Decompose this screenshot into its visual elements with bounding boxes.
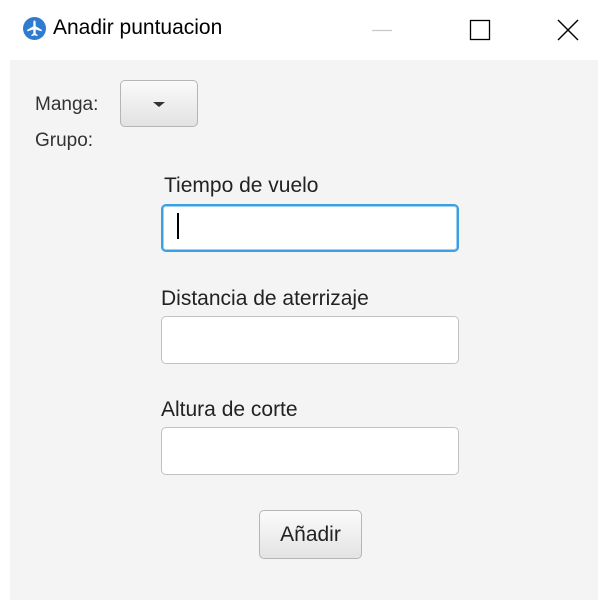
grupo-label: Grupo: bbox=[35, 130, 94, 151]
close-icon bbox=[557, 19, 579, 41]
maximize-icon bbox=[469, 19, 491, 41]
distancia-de-aterrizaje-label: Distancia de aterrizaje bbox=[161, 287, 369, 310]
dialog-content: Manga: Grupo: Tiempo de vuelo Distancia … bbox=[10, 60, 598, 600]
window-title: Anadir puntuacion bbox=[53, 16, 223, 39]
chevron-down-icon bbox=[153, 101, 165, 107]
manga-label: Manga: bbox=[35, 94, 99, 115]
tiempo-de-vuelo-label: Tiempo de vuelo bbox=[164, 174, 319, 197]
airplane-icon bbox=[23, 17, 46, 40]
minimize-icon bbox=[372, 29, 392, 32]
close-button[interactable] bbox=[538, 0, 598, 60]
tiempo-de-vuelo-input[interactable] bbox=[161, 204, 459, 252]
distancia-de-aterrizaje-input[interactable] bbox=[161, 316, 459, 364]
dialog-window: Anadir puntuacion Manga: Grupo: Tiempo d… bbox=[0, 0, 598, 600]
manga-combobox[interactable] bbox=[120, 80, 198, 127]
minimize-button[interactable] bbox=[352, 0, 412, 60]
add-button[interactable]: Añadir bbox=[259, 510, 362, 559]
text-caret bbox=[177, 213, 179, 239]
maximize-button[interactable] bbox=[450, 0, 510, 60]
altura-de-corte-input[interactable] bbox=[161, 427, 459, 475]
altura-de-corte-label: Altura de corte bbox=[161, 398, 298, 421]
title-bar[interactable]: Anadir puntuacion bbox=[0, 0, 598, 60]
